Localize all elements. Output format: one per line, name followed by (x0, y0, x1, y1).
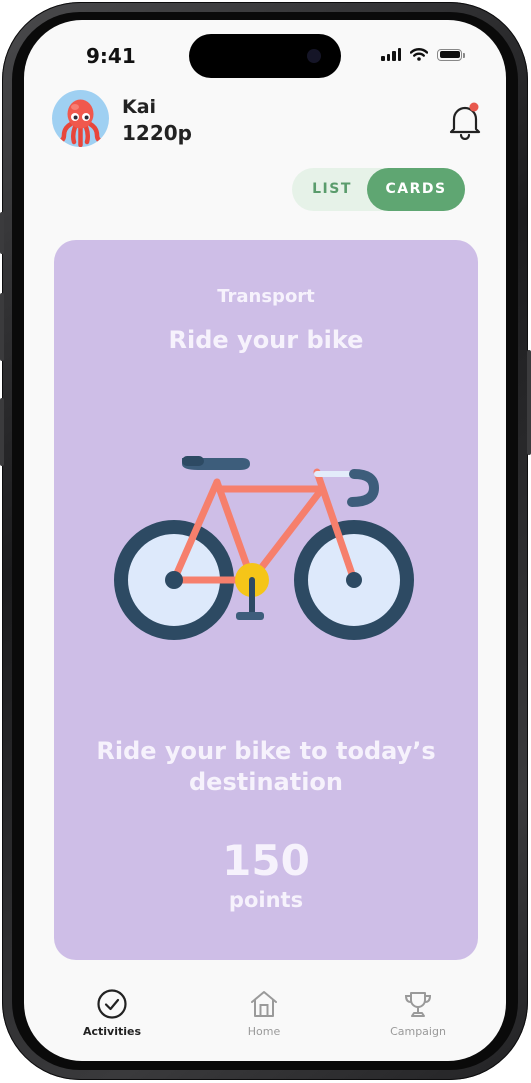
volume-up-button (0, 293, 4, 361)
check-circle-icon (97, 989, 127, 1019)
cellular-signal-icon (381, 48, 401, 61)
card-points-label: points (228, 888, 304, 912)
tab-activities[interactable]: Activities (62, 988, 162, 1038)
battery-icon (437, 48, 465, 61)
card-category: Transport (217, 286, 315, 307)
app-screen: 9:41 Kai 1220p LIST CARDS Transport Ride… (24, 20, 506, 1061)
volume-down-button (0, 398, 4, 466)
camera-icon (307, 49, 321, 63)
card-description: Ride your bike to today’s destination (96, 737, 436, 796)
status-time: 9:41 (86, 44, 136, 68)
user-points: 1220p (122, 121, 192, 145)
card-points-value: 150 (222, 836, 310, 885)
tab-home[interactable]: Home (214, 988, 314, 1038)
tab-campaign[interactable]: Campaign (368, 988, 468, 1038)
silent-switch (0, 212, 4, 254)
notification-dot (469, 102, 479, 112)
home-icon (251, 991, 277, 1017)
activity-card[interactable]: Transport Ride your bike Ride your bike … (54, 240, 478, 960)
card-title: Ride your bike (168, 326, 364, 354)
power-button (527, 350, 531, 455)
status-icons (381, 48, 465, 61)
tab-activities-label: Activities (82, 1025, 142, 1038)
bicycle-icon (114, 456, 414, 640)
dynamic-island (189, 34, 341, 78)
trophy-icon (404, 992, 432, 1017)
octopus-avatar-icon[interactable] (52, 90, 109, 147)
view-toggle: LIST CARDS (292, 168, 465, 211)
wifi-icon (410, 48, 428, 61)
tab-home-label: Home (247, 1025, 281, 1038)
bell-icon[interactable] (448, 102, 482, 140)
user-name: Kai (122, 96, 157, 118)
toggle-list-button[interactable]: LIST (292, 168, 372, 211)
toggle-cards-button[interactable]: CARDS (367, 168, 465, 211)
tab-campaign-label: Campaign (390, 1025, 446, 1038)
